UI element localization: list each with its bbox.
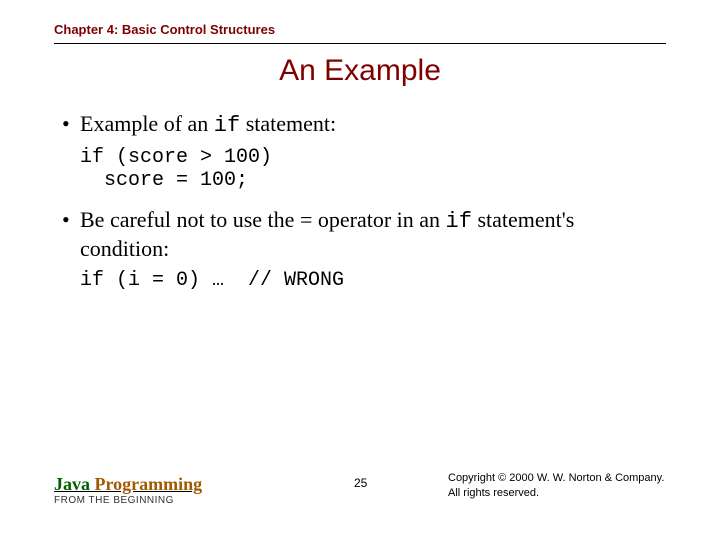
copyright-line: Copyright © 2000 W. W. Norton & Company. — [448, 472, 664, 484]
book-title-word: Java — [54, 474, 90, 494]
bullet-text: statement: — [240, 111, 336, 136]
footer: Java Programming FROM THE BEGINNING 25 C… — [54, 462, 678, 512]
inline-code: if — [446, 209, 472, 234]
book-subtitle: FROM THE BEGINNING — [54, 495, 202, 506]
chapter-label: Chapter 4: Basic Control Structures — [54, 22, 666, 37]
code-block: if (i = 0) … // WRONG — [80, 269, 666, 292]
copyright: Copyright © 2000 W. W. Norton & Company.… — [448, 471, 678, 500]
bullet-text: Example of an — [80, 111, 214, 136]
bullet-text: Be careful not to use the — [80, 207, 300, 232]
bullet-list: Be careful not to use the = operator in … — [54, 206, 666, 263]
bullet-item: Example of an if statement: — [62, 110, 666, 140]
inline-code: if — [214, 113, 240, 138]
divider — [54, 43, 666, 44]
code-line: if (score > 100) — [80, 146, 272, 169]
book-title: Java Programming — [54, 474, 202, 495]
code-line: score = 100; — [80, 169, 248, 192]
bullet-item: Be careful not to use the = operator in … — [62, 206, 666, 263]
slide: Chapter 4: Basic Control Structures An E… — [0, 0, 720, 540]
bullet-list: Example of an if statement: — [54, 110, 666, 140]
code-line: if (i = 0) … // WRONG — [80, 269, 344, 292]
page-number: 25 — [354, 476, 367, 490]
bullet-text: operator in an — [312, 207, 445, 232]
book-title-word: Programming — [90, 474, 202, 494]
inline-operator: = — [300, 207, 312, 232]
book-brand: Java Programming FROM THE BEGINNING — [54, 474, 202, 506]
code-block: if (score > 100) score = 100; — [80, 146, 666, 192]
copyright-line: All rights reserved. — [448, 487, 539, 499]
slide-title: An Example — [54, 54, 666, 88]
